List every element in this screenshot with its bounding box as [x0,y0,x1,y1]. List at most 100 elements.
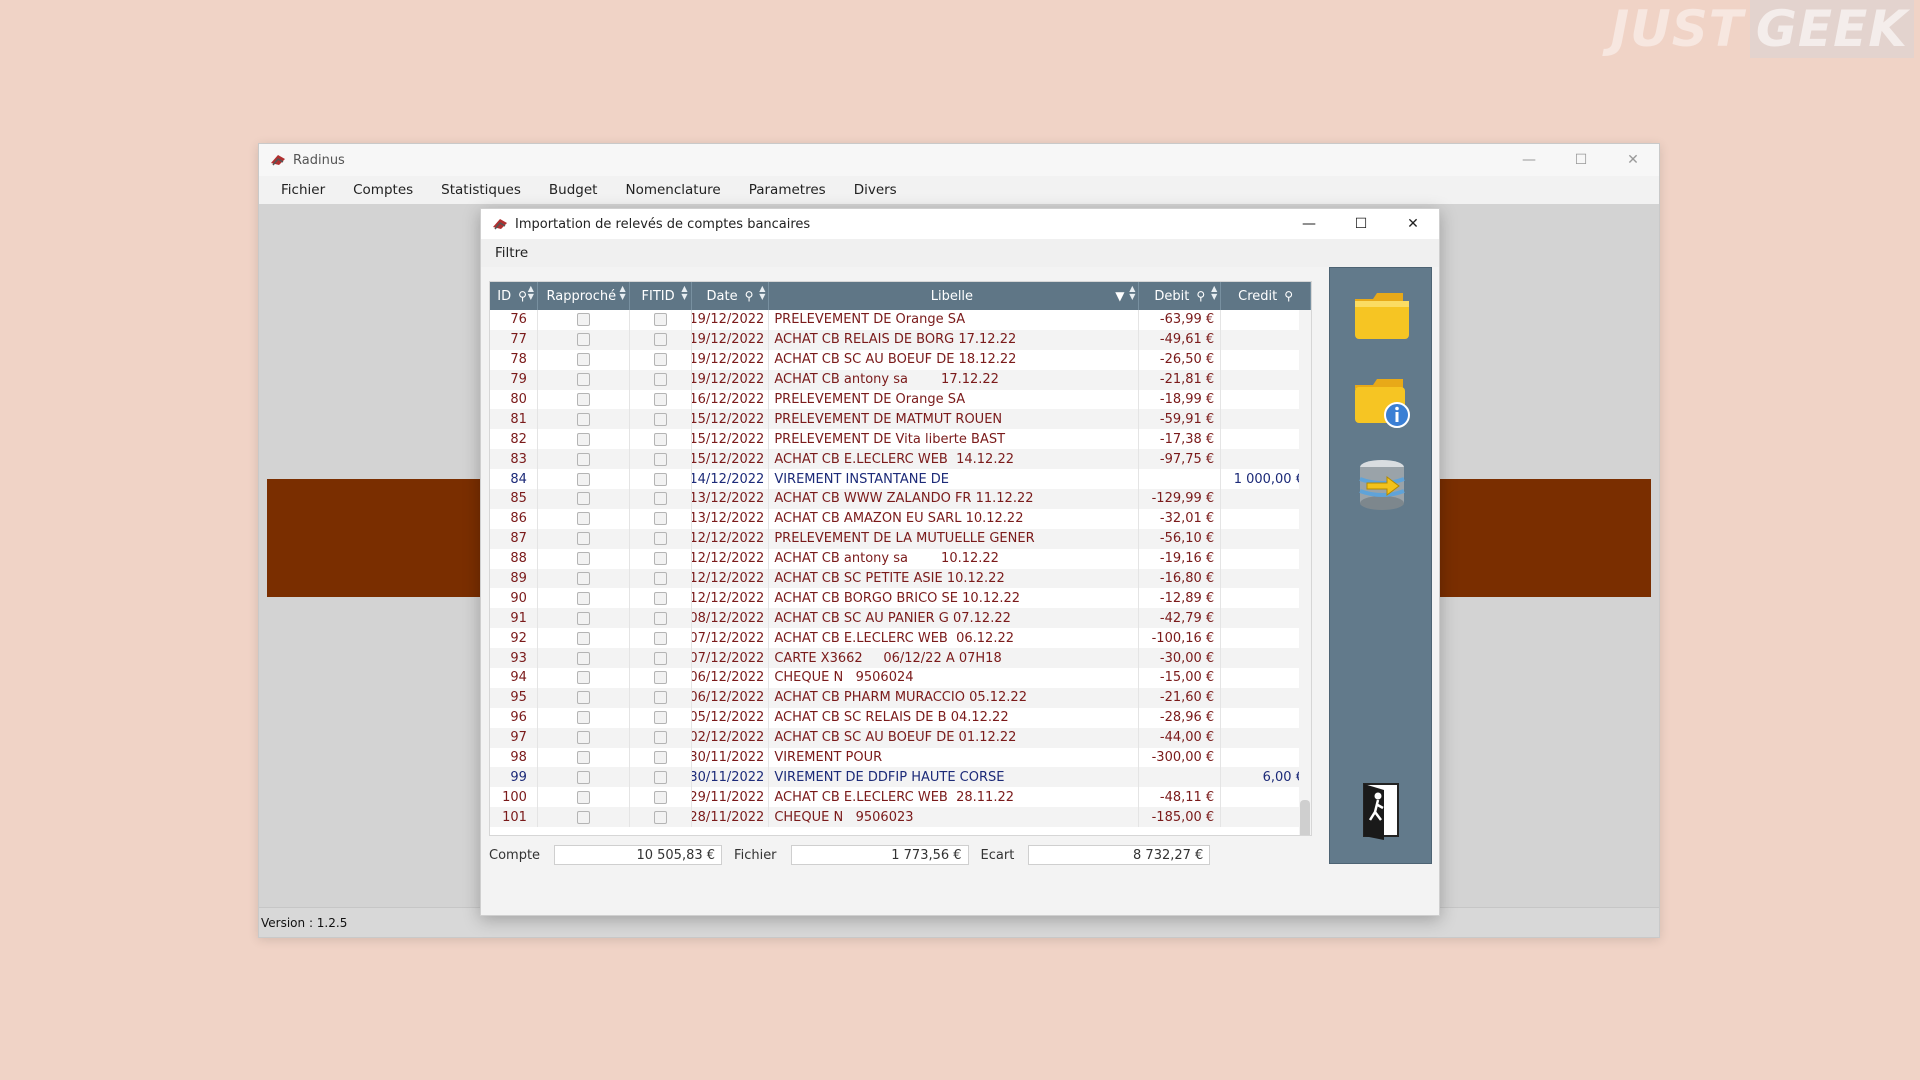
fitid-checkbox[interactable] [653,353,667,367]
close-icon[interactable]: ✕ [1607,144,1659,176]
table-row[interactable]: 78 19/12/2022 ACHAT CB SC AU BOEUF DE 18.1… [490,349,1311,370]
rapproche-checkbox[interactable] [576,492,590,506]
fitid-checkbox[interactable] [653,591,667,605]
transactions-grid[interactable]: ID ⚲ ▲ ▼ Rapproché ▲ ▼ FITID ▲ ▼ Date ⚲ ▲ ▼ Libell… [489,281,1312,836]
rapproche-checkbox[interactable] [576,770,590,784]
menu-filtre[interactable]: Filtre [495,245,528,261]
fitid-checkbox[interactable] [653,412,667,426]
fitid-checkbox[interactable] [653,770,667,784]
rapproche-checkbox[interactable] [576,432,590,446]
table-row[interactable]: 88 12/12/2022 ACHAT CB antony sa 10.12.22-… [490,548,1311,569]
fitid-checkbox[interactable] [653,631,667,645]
sort-icon[interactable]: ▲ ▼ [620,285,626,301]
rapproche-checkbox[interactable] [576,731,590,745]
import-database-button[interactable] [1350,454,1414,518]
fitid-checkbox[interactable] [653,333,667,347]
table-row[interactable]: 90 12/12/2022 ACHAT CB BORGO BRICO SE 10.1… [490,588,1311,609]
table-row[interactable]: 87 12/12/2022 PRELEVEMENT DE LA MUTUELLE G… [490,528,1311,549]
rapproche-checkbox[interactable] [576,532,590,546]
table-row[interactable]: 89 12/12/2022 ACHAT CB SC PETITE ASIE 10.1… [490,568,1311,589]
minimize-icon[interactable]: — [1503,144,1555,176]
open-folder-button[interactable] [1350,282,1414,346]
fitid-checkbox[interactable] [653,373,667,387]
table-row[interactable]: 85 13/12/2022 ACHAT CB WWW ZALANDO FR 11.1… [490,489,1311,509]
search-icon[interactable]: ⚲ [745,289,754,303]
menu-budget[interactable]: Budget [535,182,612,198]
rapproche-checkbox[interactable] [576,691,590,705]
fitid-checkbox[interactable] [653,452,667,466]
fitid-checkbox[interactable] [653,432,667,446]
table-row[interactable]: 76 19/12/2022 PRELEVEMENT DE Orange SA -63,… [490,310,1311,330]
rapproche-checkbox[interactable] [576,353,590,367]
fitid-checkbox[interactable] [653,512,667,526]
table-row[interactable]: 86 13/12/2022 ACHAT CB AMAZON EU SARL 10.1… [490,508,1311,529]
table-row[interactable]: 80 16/12/2022 PRELEVEMENT DE Orange SA -18,… [490,389,1311,410]
minimize-icon[interactable]: — [1283,209,1335,239]
fitid-checkbox[interactable] [653,651,667,665]
fitid-checkbox[interactable] [653,492,667,506]
search-icon[interactable]: ⚲ [518,289,527,303]
table-row[interactable]: 82 15/12/2022 PRELEVEMENT DE Vita liberte … [490,429,1311,450]
table-row[interactable]: 100 29/11/2022 ACHAT CB E.LECLERC WEB 28.1… [490,787,1311,808]
column-header-rapproche[interactable]: Rapproché ▲ ▼ [538,282,630,310]
rapproche-checkbox[interactable] [576,313,590,327]
rapproche-checkbox[interactable] [576,393,590,406]
rapproche-checkbox[interactable] [576,631,590,645]
menu-nomenclature[interactable]: Nomenclature [611,182,734,198]
fitid-checkbox[interactable] [653,313,667,327]
sort-icon[interactable]: ▲ ▼ [681,285,687,301]
menu-parametres[interactable]: Parametres [735,182,840,198]
sort-icon[interactable]: ▲ ▼ [528,285,534,301]
rapproche-checkbox[interactable] [576,810,590,824]
column-header-date[interactable]: Date ⚲ ▲ ▼ [692,282,770,310]
sort-icon[interactable]: ▲ ▼ [759,285,765,301]
close-icon[interactable]: ✕ [1387,209,1439,239]
fitid-checkbox[interactable] [653,790,667,804]
rapproche-checkbox[interactable] [576,790,590,804]
rapproche-checkbox[interactable] [576,671,590,685]
menu-comptes[interactable]: Comptes [339,182,427,198]
fitid-checkbox[interactable] [653,711,667,725]
table-row[interactable]: 91 08/12/2022 ACHAT CB SC AU PANIER G 07.1… [490,608,1311,629]
table-row[interactable]: 84 14/12/2022 VIREMENT INSTANTANE DE 1 000,… [490,469,1311,490]
file-info-button[interactable] [1350,368,1414,432]
fitid-checkbox[interactable] [653,751,667,765]
fitid-checkbox[interactable] [653,393,667,406]
fitid-checkbox[interactable] [653,671,667,685]
table-row[interactable]: 83 15/12/2022 ACHAT CB E.LECLERC WEB 14.12… [490,449,1311,470]
rapproche-checkbox[interactable] [576,651,590,665]
menu-divers[interactable]: Divers [840,182,911,198]
filter-icon[interactable]: ▼ [1115,289,1124,303]
main-titlebar[interactable]: Radinus — ☐ ✕ [259,144,1659,176]
rapproche-checkbox[interactable] [576,333,590,347]
column-header-debit[interactable]: Debit ⚲ ▲ ▼ [1139,282,1222,310]
rapproche-checkbox[interactable] [576,412,590,426]
rapproche-checkbox[interactable] [576,591,590,605]
fitid-checkbox[interactable] [653,611,667,625]
search-icon[interactable]: ⚲ [1196,289,1205,303]
table-row[interactable]: 81 15/12/2022 PRELEVEMENT DE MATMUT ROUEN -… [490,409,1311,430]
rapproche-checkbox[interactable] [576,373,590,387]
maximize-icon[interactable]: ☐ [1335,209,1387,239]
fitid-checkbox[interactable] [653,572,667,586]
table-row[interactable]: 96 05/12/2022 ACHAT CB SC RELAIS DE B 04.1… [490,707,1311,728]
fitid-checkbox[interactable] [653,532,667,546]
dialog-titlebar[interactable]: Importation de relevés de comptes bancai… [481,209,1439,239]
table-row[interactable]: 99 30/11/2022 VIREMENT DE DDFIP HAUTE CORS… [490,767,1311,788]
column-header-fitid[interactable]: FITID ▲ ▼ [630,282,692,310]
rapproche-checkbox[interactable] [576,472,590,486]
search-icon[interactable]: ⚲ [1284,289,1293,303]
exit-button[interactable] [1350,778,1414,842]
table-row[interactable]: 94 06/12/2022 CHEQUE N 9506024 -15,00 € [490,668,1311,688]
maximize-icon[interactable]: ☐ [1555,144,1607,176]
fitid-checkbox[interactable] [653,731,667,745]
fitid-checkbox[interactable] [653,810,667,824]
sort-icon[interactable]: ▲ ▼ [1129,285,1135,301]
menu-statistiques[interactable]: Statistiques [427,182,535,198]
table-row[interactable]: 79 19/12/2022 ACHAT CB antony sa 17.12.22-… [490,369,1311,390]
column-header-id[interactable]: ID ⚲ ▲ ▼ [490,282,538,310]
table-row[interactable]: 101 28/11/2022 CHEQUE N 9506023 -185,00 € [490,807,1311,828]
rapproche-checkbox[interactable] [576,572,590,586]
sort-icon[interactable]: ▲ ▼ [1211,285,1217,301]
table-row[interactable]: 92 07/12/2022 ACHAT CB E.LECLERC WEB 06.12… [490,628,1311,649]
